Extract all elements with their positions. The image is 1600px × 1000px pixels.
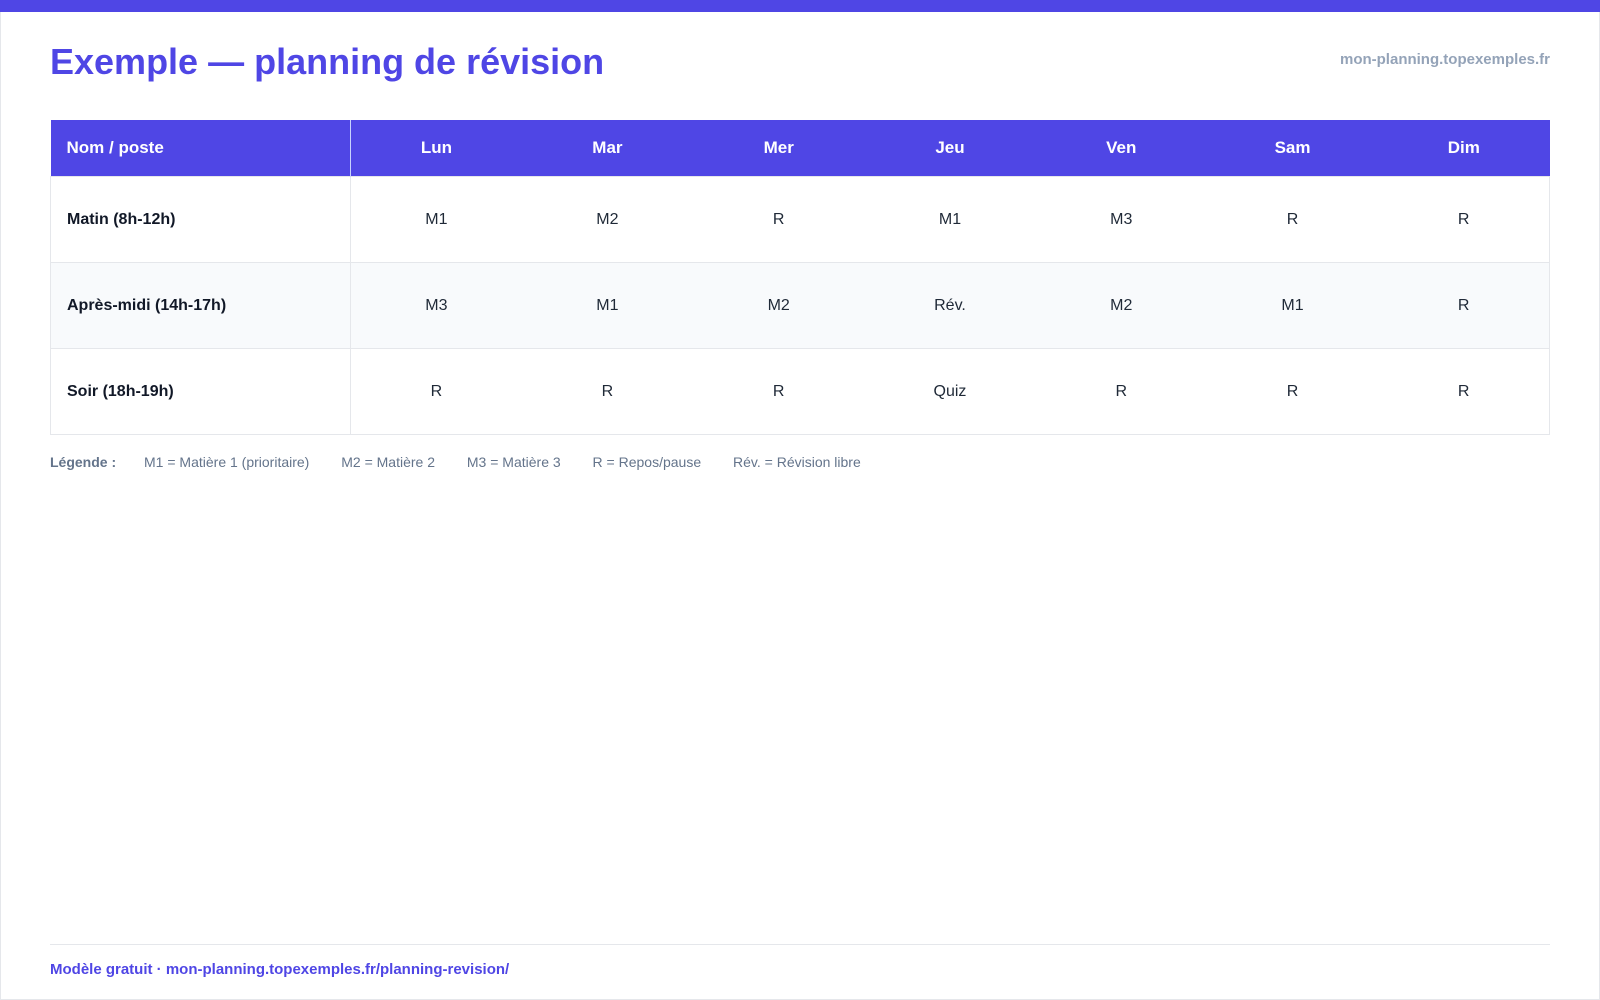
row-label: Soir (18h-19h) <box>50 348 351 435</box>
table-cell: Rév. <box>864 262 1036 349</box>
table-cell: R <box>521 348 694 435</box>
table-header-row: Nom / poste Lun Mar Mer Jeu Ven Sam Dim <box>50 120 1550 177</box>
table-cell: M3 <box>1035 176 1207 263</box>
footer-link[interactable]: Modèle gratuit · mon-planning.topexemple… <box>50 960 509 980</box>
table-cell: M1 <box>521 262 694 349</box>
legend-item: Rév. = Révision libre <box>733 454 861 470</box>
table-cell: R <box>693 176 865 263</box>
table-cell: R <box>693 348 865 435</box>
table-cell: R <box>1378 262 1551 349</box>
legend-title: Légende : <box>50 454 117 470</box>
header-cell-day: Jeu <box>864 120 1036 177</box>
legend: Légende : M1 = Matière 1 (prioritaire) M… <box>50 453 889 471</box>
table-cell: M1 <box>1206 262 1379 349</box>
legend-item: M1 = Matière 1 (prioritaire) <box>144 454 310 470</box>
table-cell: R <box>1206 176 1379 263</box>
header-cell-day: Mar <box>521 120 694 177</box>
header-cell-day: Sam <box>1206 120 1379 177</box>
table-row: Soir (18h-19h) R R R Quiz R R R <box>50 348 1551 435</box>
table-cell: M1 <box>350 176 522 263</box>
site-url[interactable]: mon-planning.topexemples.fr <box>1340 50 1550 70</box>
table-cell: R <box>1035 348 1207 435</box>
schedule-table: Nom / poste Lun Mar Mer Jeu Ven Sam Dim … <box>50 120 1551 435</box>
table-cell: R <box>1206 348 1379 435</box>
table-cell: M3 <box>350 262 522 349</box>
table-cell: M1 <box>864 176 1036 263</box>
table-row: Matin (8h-12h) M1 M2 R M1 M3 R R <box>50 176 1551 263</box>
row-label: Après-midi (14h-17h) <box>50 262 351 349</box>
header-cell-day: Ven <box>1035 120 1207 177</box>
header-cell-day: Mer <box>693 120 865 177</box>
page-title: Exemple — planning de révision <box>50 41 605 82</box>
legend-item: M2 = Matière 2 <box>341 454 435 470</box>
legend-item: M3 = Matière 3 <box>466 454 561 470</box>
row-label: Matin (8h-12h) <box>50 176 351 263</box>
table-cell: M2 <box>1035 262 1207 349</box>
header-cell-day: Lun <box>350 120 522 177</box>
table-cell: Quiz <box>864 348 1036 435</box>
header-cell-day: Dim <box>1378 120 1550 177</box>
footer-divider <box>50 944 1550 945</box>
table-row: Après-midi (14h-17h) M3 M1 M2 Rév. M2 M1… <box>50 262 1551 349</box>
header-cell-corner: Nom / poste <box>50 120 351 177</box>
table-cell: M2 <box>521 176 694 263</box>
table-cell: R <box>1378 348 1551 435</box>
table-cell: R <box>1378 176 1551 263</box>
top-accent-bar <box>0 0 1600 12</box>
table-cell: R <box>350 348 522 435</box>
legend-item: R = Repos/pause <box>592 454 702 470</box>
table-cell: M2 <box>693 262 865 349</box>
